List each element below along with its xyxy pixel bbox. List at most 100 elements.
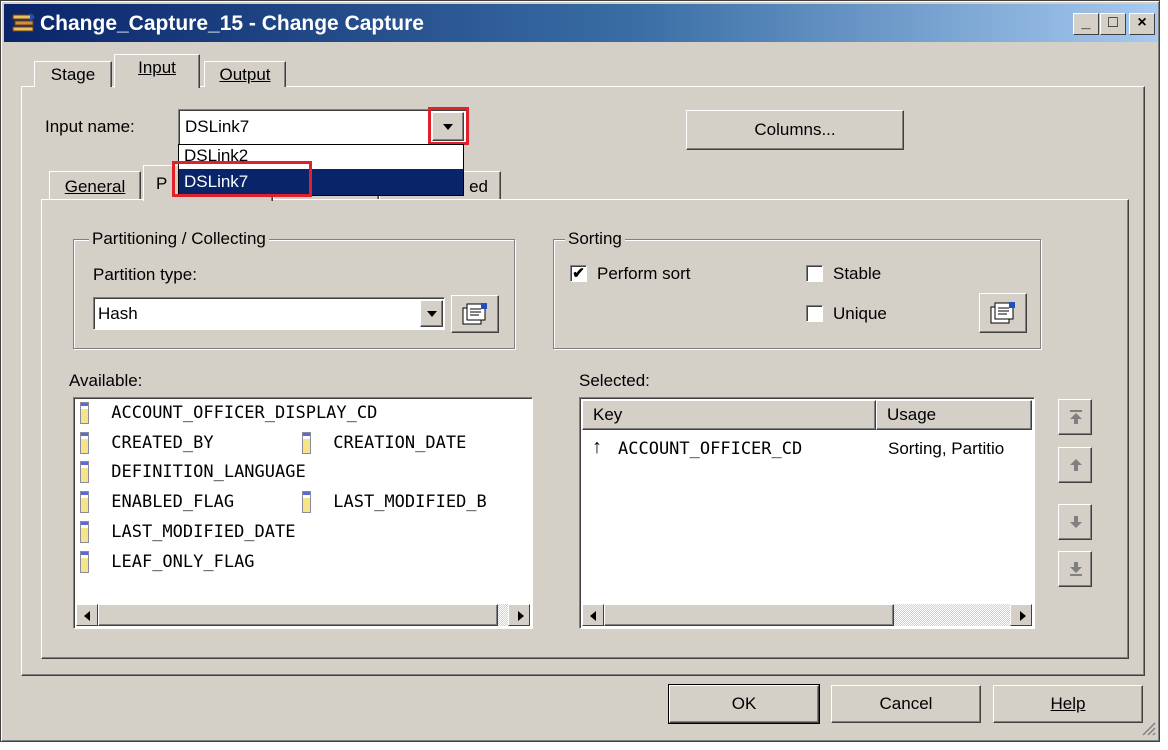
chevron-down-icon <box>427 311 437 317</box>
partitioning-group <box>73 239 515 349</box>
column-header-usage-label: Usage <box>887 405 937 424</box>
list-item[interactable]: LAST_MODIFIED_DATE <box>80 521 295 543</box>
arrow-up-icon <box>1070 459 1082 471</box>
move-bottom-icon <box>1070 562 1082 576</box>
sorting-group <box>553 239 1041 349</box>
properties-icon <box>462 303 487 325</box>
title-bar[interactable]: Change_Capture_15 - Change Capture _ □ × <box>4 4 1158 42</box>
maximize-button[interactable]: □ <box>1100 13 1126 35</box>
sorting-group-label: Sorting <box>565 229 625 249</box>
column-icon <box>80 402 89 424</box>
close-button[interactable]: × <box>1129 13 1155 35</box>
unique-label[interactable]: Unique <box>833 304 887 324</box>
move-down-button[interactable] <box>1058 504 1092 540</box>
stable-label[interactable]: Stable <box>833 264 881 284</box>
scroll-thumb[interactable] <box>98 604 498 626</box>
column-icon <box>80 461 89 483</box>
input-name-value: DSLink7 <box>185 117 250 136</box>
move-top-button[interactable] <box>1058 399 1092 435</box>
list-item[interactable]: ENABLED_FLAG <box>80 491 234 513</box>
sort-properties-button[interactable] <box>979 293 1027 333</box>
partition-properties-button[interactable] <box>451 295 499 333</box>
stable-checkbox[interactable] <box>806 265 823 282</box>
columns-button[interactable]: Columns... <box>686 110 904 150</box>
properties-icon <box>990 302 1015 324</box>
perform-sort-label[interactable]: Perform sort <box>597 264 691 284</box>
scroll-thumb[interactable] <box>604 604 894 626</box>
move-bottom-button[interactable] <box>1058 551 1092 587</box>
arrow-right-icon <box>518 611 524 621</box>
resize-grip-icon[interactable] <box>1139 719 1157 737</box>
list-item[interactable]: LAST_MODIFIED_B <box>302 491 487 513</box>
cancel-button[interactable]: Cancel <box>831 685 981 723</box>
tab-stage[interactable]: Stage <box>34 61 112 87</box>
scroll-right-button[interactable] <box>1010 604 1032 626</box>
row-usage: Sorting, Partitio <box>888 439 1005 458</box>
list-item[interactable]: CREATION_DATE <box>302 432 466 454</box>
move-up-button[interactable] <box>1058 447 1092 483</box>
subtab-partitioning-label: P <box>156 174 168 193</box>
window-title: Change_Capture_15 - Change Capture <box>40 12 424 35</box>
available-hscrollbar[interactable] <box>76 604 530 626</box>
list-item[interactable]: ACCOUNT_OFFICER_DISPLAY_CD <box>80 402 377 424</box>
scroll-left-button[interactable] <box>76 604 98 626</box>
list-item[interactable]: CREATED_BY <box>80 432 214 454</box>
unique-checkbox[interactable] <box>806 305 823 322</box>
tab-input-label: Input <box>138 58 176 77</box>
list-item[interactable]: DEFINITION_LANGUAGE <box>80 461 306 483</box>
maximize-icon: □ <box>1108 14 1118 31</box>
column-header-usage[interactable]: Usage <box>876 400 1032 430</box>
column-icon <box>80 521 89 543</box>
close-icon: × <box>1137 14 1147 31</box>
arrow-left-icon <box>84 611 90 621</box>
tab-output[interactable]: Output <box>204 61 286 87</box>
available-label: Available: <box>69 371 143 390</box>
help-button-label: Help <box>1050 694 1086 713</box>
annotation-highlight-dropdown <box>428 107 469 145</box>
arrow-right-icon <box>1020 611 1026 621</box>
tab-output-label: Output <box>219 65 271 84</box>
check-icon: ✔ <box>572 265 585 282</box>
partition-type-label: Partition type: <box>93 265 197 284</box>
scroll-left-button[interactable] <box>582 604 604 626</box>
ok-button[interactable]: OK <box>668 684 820 724</box>
subtab-general[interactable]: General <box>49 171 141 199</box>
available-list[interactable]: ACCOUNT_OFFICER_DISPLAY_CD CREATED_BY CR… <box>73 397 533 629</box>
column-icon <box>302 432 311 454</box>
stage-icon <box>12 12 36 34</box>
partition-type-value: Hash <box>98 304 138 323</box>
scroll-right-button[interactable] <box>508 604 530 626</box>
selected-table[interactable]: Key Usage ↑ ACCOUNT_OFFICER_CD Sorting, … <box>579 397 1035 629</box>
tab-stage-label: Stage <box>50 65 96 84</box>
arrow-up-icon: ↑ <box>592 436 602 458</box>
move-top-icon <box>1070 410 1082 424</box>
table-row[interactable]: ↑ ACCOUNT_OFFICER_CD Sorting, Partitio <box>592 436 1032 466</box>
selected-label: Selected: <box>579 371 650 390</box>
input-name-label: Input name: <box>45 117 135 136</box>
column-icon <box>80 491 89 513</box>
perform-sort-checkbox[interactable]: ✔ <box>570 265 587 282</box>
subtab-general-label: General <box>64 177 126 196</box>
partitioning-group-label: Partitioning / Collecting <box>89 229 269 249</box>
cancel-button-label: Cancel <box>879 694 933 713</box>
column-icon <box>80 432 89 454</box>
ok-button-label: OK <box>731 694 757 713</box>
row-key: ACCOUNT_OFFICER_CD <box>618 439 803 459</box>
input-name-combobox[interactable]: DSLink7 <box>178 109 468 145</box>
partition-type-dropdown-button[interactable] <box>420 300 443 327</box>
arrow-left-icon <box>590 611 596 621</box>
minimize-button[interactable]: _ <box>1073 13 1099 35</box>
annotation-highlight-option <box>172 161 312 197</box>
column-header-key[interactable]: Key <box>582 400 876 430</box>
partition-type-combobox[interactable]: Hash <box>93 297 445 330</box>
dialog-window: Change_Capture_15 - Change Capture _ □ ×… <box>0 0 1160 742</box>
minimize-icon: _ <box>1081 14 1091 31</box>
tab-input[interactable]: Input <box>114 54 200 88</box>
subtab-advanced-label: ed <box>469 177 488 196</box>
selected-hscrollbar[interactable] <box>582 604 1032 626</box>
help-button[interactable]: Help <box>993 685 1143 723</box>
list-item[interactable]: LEAF_ONLY_FLAG <box>80 551 255 573</box>
arrow-down-icon <box>1070 516 1082 528</box>
column-icon <box>80 551 89 573</box>
columns-button-label: Columns... <box>754 120 836 139</box>
